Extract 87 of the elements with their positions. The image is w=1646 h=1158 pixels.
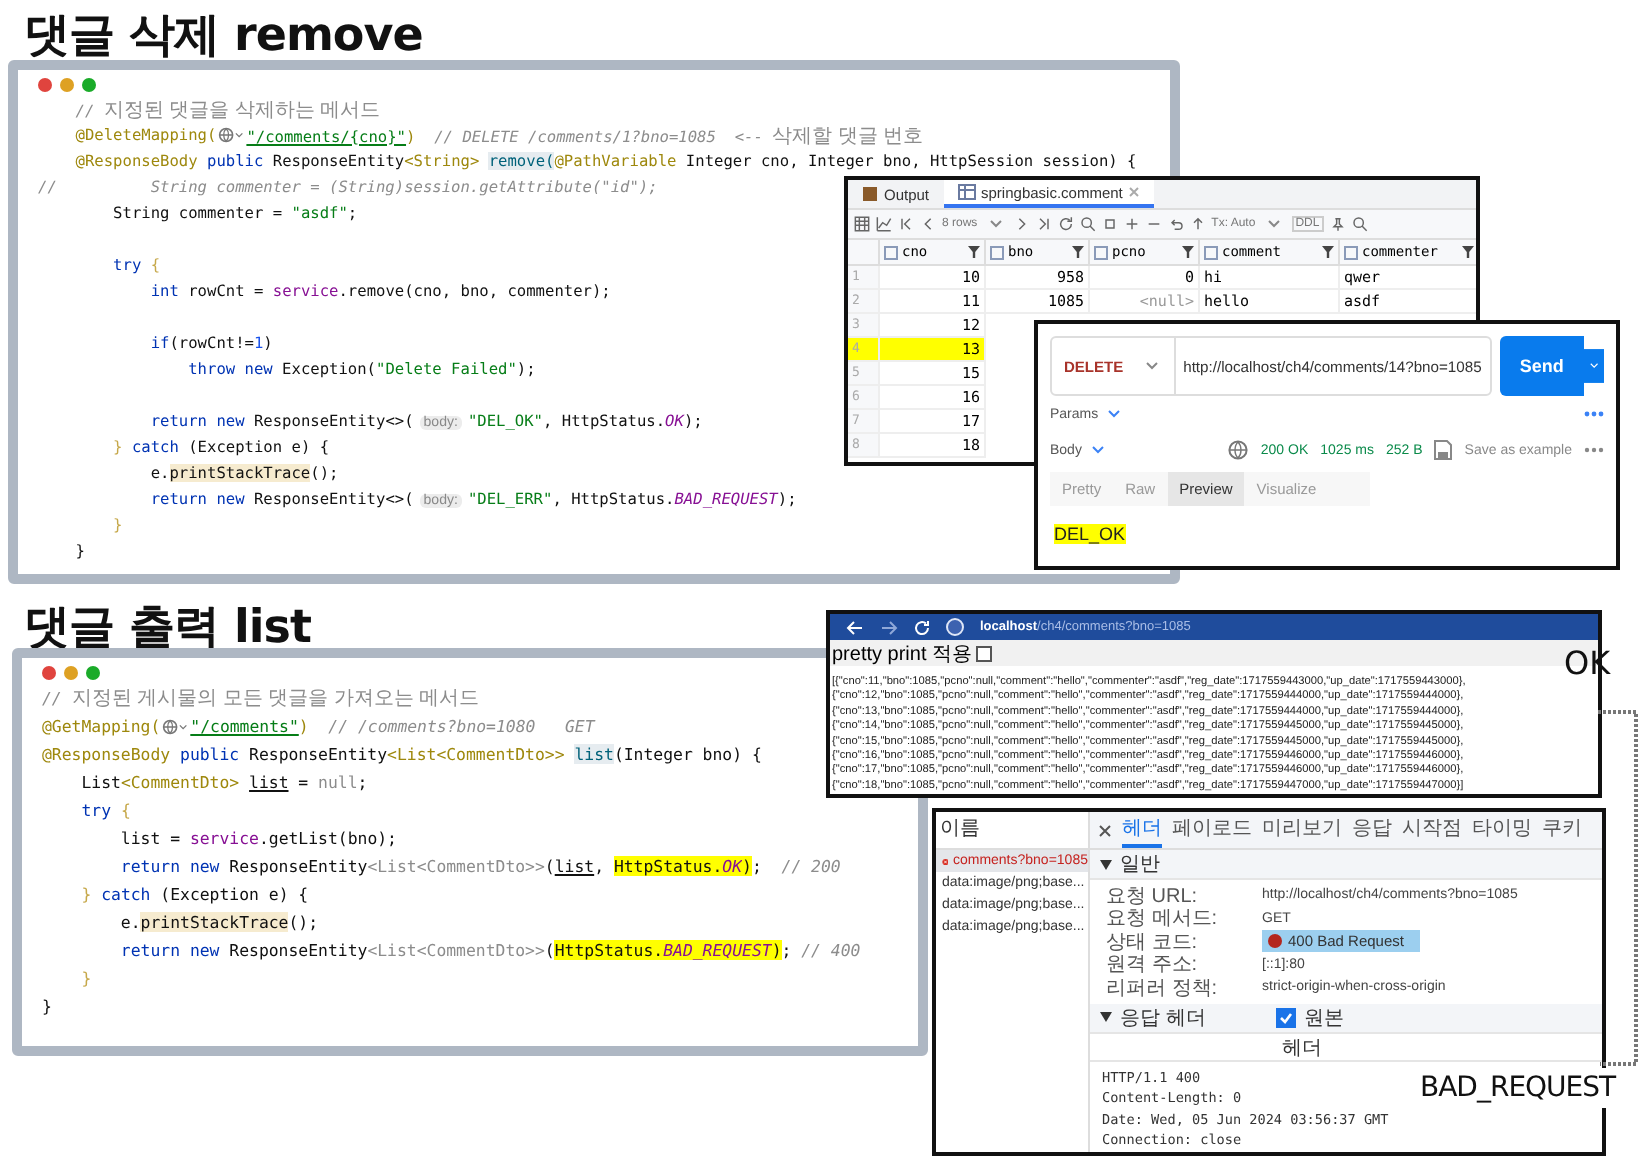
code-line: // 지정된 게시물의 모든 댓글을 가져오는 메서드 [42,686,480,712]
filter-icon[interactable] [1182,246,1194,258]
stop-icon[interactable] [1101,216,1118,232]
tab[interactable]: 시작점 [1402,812,1462,848]
reload-icon[interactable] [914,619,930,635]
checkbox[interactable] [976,645,993,661]
more-icon[interactable] [1584,410,1604,418]
filter-icon[interactable] [1072,246,1084,258]
up-arrow-icon[interactable] [1189,216,1206,232]
tab[interactable]: 쿠키 [1542,812,1582,848]
last-page-icon[interactable] [1035,216,1052,232]
search-icon[interactable] [1079,216,1096,232]
send-button[interactable]: Send [1499,336,1584,396]
maximize-dot[interactable] [82,78,96,92]
error-icon [942,853,949,869]
globe-icon[interactable] [162,717,189,735]
field-label: 요청 메서드: [1106,906,1220,933]
maximize-dot[interactable] [86,666,100,680]
close-dot[interactable] [38,78,52,92]
plus-icon[interactable] [1123,216,1140,232]
code-line: } [42,996,52,1016]
caret-icon[interactable] [989,220,1002,228]
filter-icon[interactable] [1322,246,1334,258]
tab[interactable]: 응답 [1352,812,1392,848]
pretty-print-label: pretty print 적용 [832,641,973,667]
checkbox-label: 원본 [1304,1005,1344,1031]
filter-icon[interactable] [1462,246,1474,258]
section-heading: 일반 [1120,852,1160,878]
back-icon[interactable] [846,619,864,635]
field-label: 상태 코드: [1106,929,1200,955]
checkbox[interactable] [1276,1007,1296,1027]
caret-icon[interactable] [1091,446,1104,454]
expand-triangle-icon[interactable] [1100,859,1112,869]
code-line: @GetMapping( [42,716,161,736]
grid-icon[interactable] [854,216,870,232]
section-title: 댓글 출력 list [24,600,311,658]
code-line: @ResponseBody public ResponseEntity<List<CommentDto>> list(Integer bno) { [42,744,762,764]
tab[interactable]: 페이로드 [1172,812,1252,848]
pin-icon[interactable] [1329,216,1346,232]
code-line: try { [79,800,131,820]
expand-triangle-icon[interactable] [1100,1012,1112,1022]
search-icon[interactable] [1351,216,1368,232]
caret-icon[interactable] [1108,410,1121,418]
code-line: "/comments") // /comments?bno=1080 GET [190,716,595,736]
caret-icon[interactable] [1267,220,1280,228]
minimize-dot[interactable] [64,666,78,680]
undo-icon[interactable] [1167,216,1184,232]
section-title: 댓글 삭제 remove [24,8,423,66]
column-icon [884,245,898,259]
column-icon [990,245,1004,259]
column-icon [1094,245,1108,259]
more-icon[interactable] [1584,446,1604,454]
code-line: return new ResponseEntity<List<CommentDto>>(HttpStatus.BAD_REQUEST); // 400 [118,940,861,960]
save-icon [1434,440,1453,460]
tab[interactable]: 미리보기 [1262,812,1342,848]
chart-icon[interactable] [876,216,892,232]
status-dot [1268,934,1282,949]
minimize-dot[interactable] [60,78,74,92]
output-icon [862,186,878,202]
globe-icon [1228,440,1249,460]
field-label: 리퍼러 정책: [1106,975,1220,1002]
close-dot[interactable] [42,666,56,680]
column-icon [1204,245,1218,259]
tab[interactable]: 타이밍 [1472,812,1532,848]
code-line: } catch (Exception e) { [79,884,309,904]
next-icon[interactable] [1013,216,1030,232]
column-icon [1344,245,1358,259]
section-heading: 응답 헤더 [1120,1005,1208,1031]
column-header: 헤더 [1282,1037,1322,1059]
code-line: list = service.getList(bno); [118,828,397,848]
table-icon [957,184,976,200]
forward-icon[interactable] [880,619,898,635]
caret-icon[interactable] [1145,362,1158,370]
globe-icon[interactable] [218,126,245,144]
filter-icon[interactable] [968,246,980,258]
first-page-icon[interactable] [898,216,914,232]
code-line: return new ResponseEntity<List<CommentDto>>(list, HttpStatus.OK); // 200 [118,856,841,876]
response-text: DEL_OK [1054,524,1126,544]
site-info-icon[interactable] [946,618,964,636]
code-line: } [79,968,92,988]
previous-icon[interactable] [920,216,936,232]
field-label: 원격 주소: [1106,952,1200,979]
field-label: 요청 URL: [1106,883,1200,909]
code-line: List<CommentDto> list = null; [79,772,368,792]
close-icon[interactable] [1098,823,1112,837]
code-line: e.printStackTrace(); [118,912,319,932]
refresh-icon[interactable] [1057,216,1074,232]
